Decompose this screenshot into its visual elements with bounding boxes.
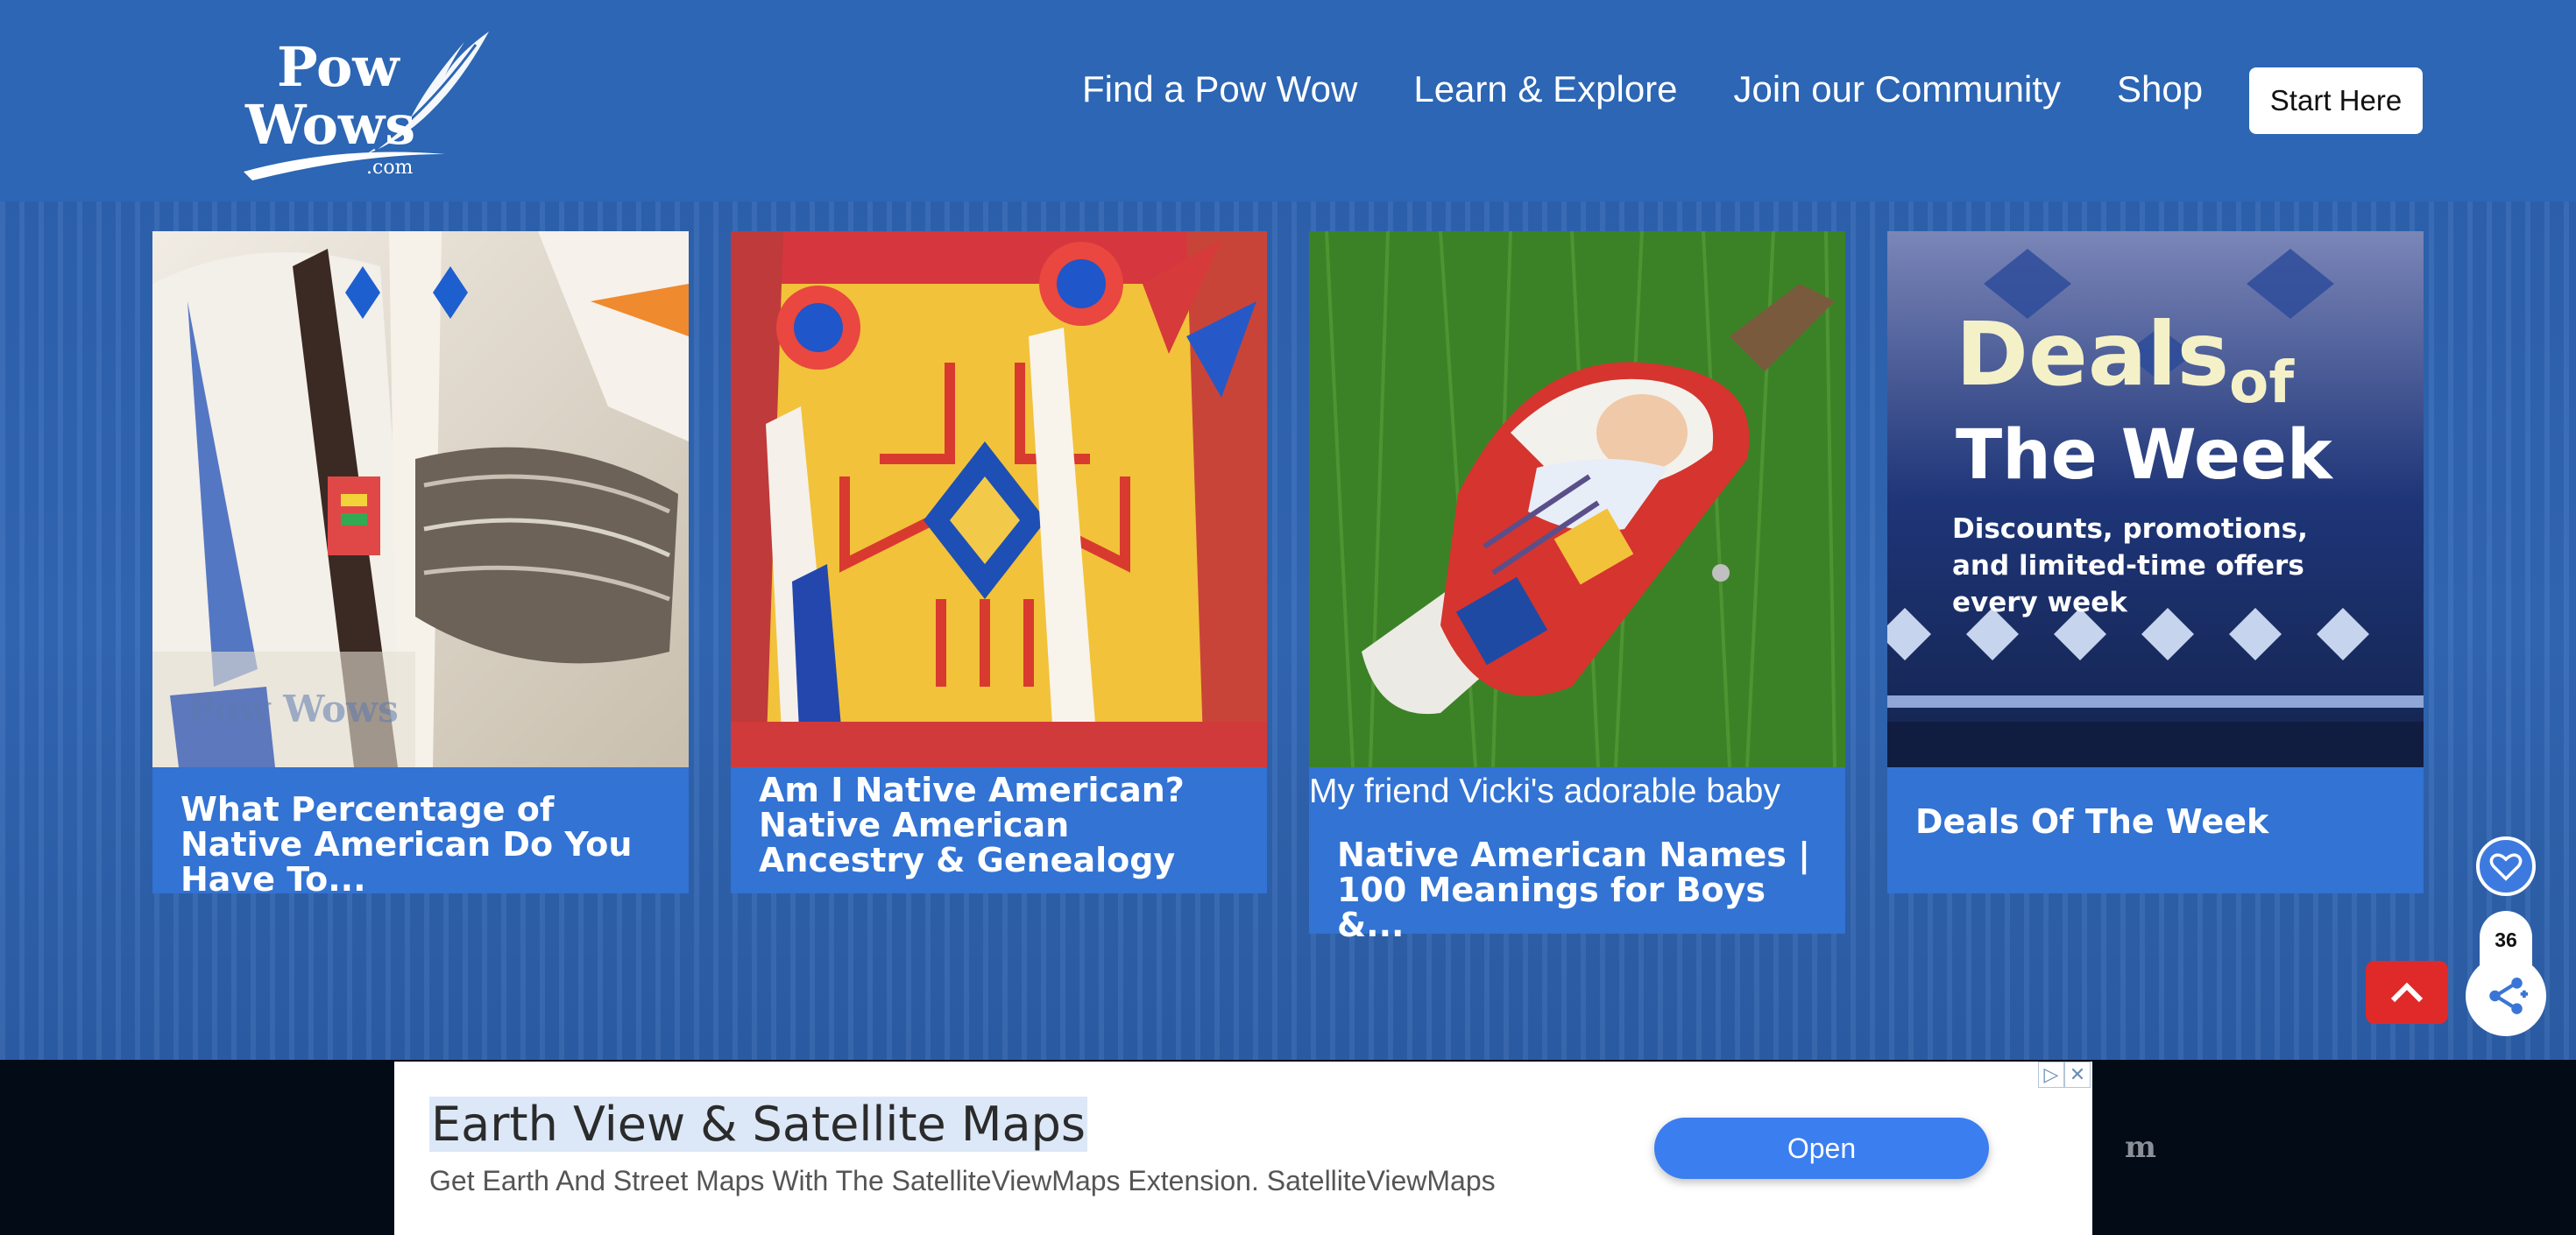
article-card[interactable]: Pow Wows What Percentage of Native Ameri… xyxy=(152,231,689,897)
share-button[interactable] xyxy=(2466,956,2546,1036)
photo-watermark: Pow Wows xyxy=(188,688,399,730)
regalia-feather-fan-image[interactable]: Pow Wows xyxy=(152,231,689,767)
deals-of-the-week-banner[interactable]: Deals of The Week Discounts, promotions,… xyxy=(1887,231,2424,767)
banner-body-line3: every week xyxy=(1952,587,2128,618)
ad-controls: ▷ ✕ xyxy=(2038,1062,2091,1088)
baby-cradleboard-image[interactable] xyxy=(1309,231,1845,767)
feather-logo-icon: Pow Wows .com xyxy=(244,32,489,180)
scroll-to-top-button[interactable] xyxy=(2366,961,2448,1024)
banner-of-word: of xyxy=(2229,349,2295,416)
ad-open-button[interactable]: Open xyxy=(1654,1118,1989,1179)
banner-body-line2: and limited-time offers xyxy=(1952,550,2304,582)
ad-subtitle[interactable]: Get Earth And Street Maps With The Satel… xyxy=(429,1165,1496,1197)
chevron-up-icon xyxy=(2390,982,2424,1003)
article-card[interactable]: My friend Vicki's adorable baby Native A… xyxy=(1309,231,1845,942)
nav-join-community[interactable]: Join our Community xyxy=(1734,68,2061,110)
image-caption: My friend Vicki's adorable baby xyxy=(1309,767,1845,809)
article-card[interactable]: Deals of The Week Discounts, promotions,… xyxy=(1887,231,2424,893)
site-header: Pow Wows .com Find a Pow Wow Learn & Exp… xyxy=(0,0,2576,201)
logo-line2: Wows xyxy=(244,93,415,157)
start-here-button[interactable]: Start Here xyxy=(2249,67,2423,134)
card-title[interactable]: Am I Native American? Native American An… xyxy=(731,767,1267,893)
ad-banner[interactable]: Earth View & Satellite Maps Get Earth An… xyxy=(394,1062,2092,1235)
banner-deals-word: Deals xyxy=(1956,303,2229,406)
ad-network-mark-icon: m xyxy=(2125,1130,2156,1165)
card-title[interactable]: Deals Of The Week xyxy=(1887,767,2424,893)
logo-line1: Pow xyxy=(277,35,400,99)
yellow-beaded-regalia-image[interactable] xyxy=(731,231,1267,767)
main-nav: Find a Pow Wow Learn & Explore Join our … xyxy=(1082,68,2259,110)
nav-shop[interactable]: Shop xyxy=(2117,68,2203,110)
ad-choices-icon[interactable]: ▷ xyxy=(2038,1062,2064,1088)
card-title[interactable]: What Percentage of Native American Do Yo… xyxy=(152,767,689,897)
article-card[interactable]: Am I Native American? Native American An… xyxy=(731,231,1267,893)
nav-learn-explore[interactable]: Learn & Explore xyxy=(1413,68,1677,110)
favorite-button[interactable] xyxy=(2476,836,2536,896)
banner-the-week: The Week xyxy=(1956,416,2334,495)
ad-title[interactable]: Earth View & Satellite Maps xyxy=(429,1097,1087,1152)
nav-find-a-pow-wow[interactable]: Find a Pow Wow xyxy=(1082,68,1357,110)
powwows-logo[interactable]: Pow Wows .com xyxy=(235,23,498,180)
share-icon xyxy=(2489,977,2528,1014)
ad-close-icon[interactable]: ✕ xyxy=(2064,1062,2091,1088)
banner-body-line1: Discounts, promotions, xyxy=(1952,513,2308,545)
heart-icon xyxy=(2489,853,2523,881)
card-title[interactable]: Native American Names | 100 Meanings for… xyxy=(1309,808,1845,942)
logo-domain: .com xyxy=(366,157,414,179)
